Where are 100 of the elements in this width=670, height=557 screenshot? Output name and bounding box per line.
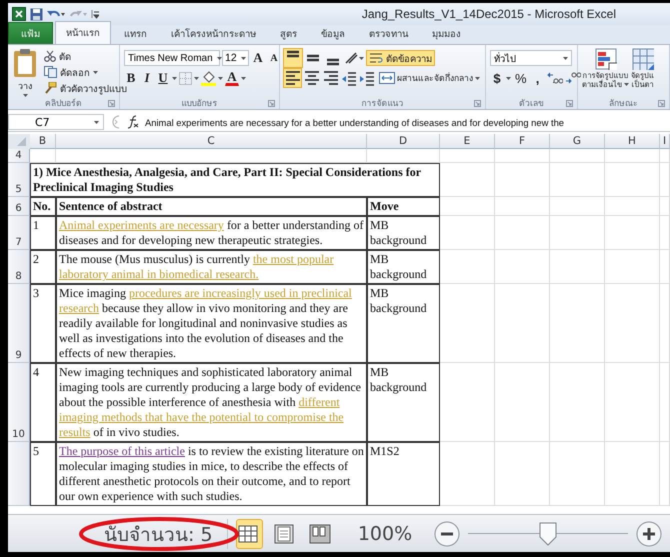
border-icon[interactable] <box>179 72 192 84</box>
grid-cell <box>495 197 550 216</box>
normal-view-button[interactable] <box>236 518 263 548</box>
table-cell: MB background <box>367 250 440 284</box>
caret-icon <box>93 70 98 74</box>
grid-cell <box>440 197 495 216</box>
increase-indent-icon[interactable] <box>359 70 375 86</box>
copy-button[interactable]: คัดลอก <box>42 64 100 80</box>
column-header[interactable]: C <box>56 134 367 149</box>
caret-icon <box>241 76 246 80</box>
grid-cell <box>550 250 605 284</box>
grid-cell <box>440 216 495 250</box>
grid-chart-icon <box>594 48 616 70</box>
text-orientation-icon[interactable] <box>344 51 364 65</box>
zoom-level[interactable]: 100% <box>358 522 412 544</box>
grow-font-button[interactable]: A <box>251 49 265 67</box>
caret-icon <box>563 56 568 60</box>
zoom-in-icon[interactable] <box>636 520 662 546</box>
window-title: Jang_Results_V1_14Dec2015 - Microsoft Excel <box>362 7 616 21</box>
grid-cell <box>495 163 550 197</box>
customize-icon[interactable] <box>91 8 99 20</box>
scissors-icon <box>44 50 56 62</box>
row-header[interactable]: 7 <box>8 216 30 250</box>
underline-button[interactable]: U <box>156 69 170 87</box>
row-header[interactable]: 6 <box>8 197 30 216</box>
grid-cell <box>440 250 495 284</box>
align-icon[interactable] <box>284 69 301 87</box>
align-icon[interactable] <box>303 69 320 87</box>
table-icon <box>632 48 654 70</box>
cut-button[interactable]: ตัด <box>42 48 73 64</box>
wrap-text-icon <box>369 52 383 64</box>
ribbon-tab[interactable]: ตรวจทาน <box>358 22 419 44</box>
table-cell: 4 <box>30 363 56 442</box>
grid-cell <box>495 442 550 506</box>
number-format-field[interactable]: ทั่วไป <box>490 50 572 66</box>
ribbon-tab[interactable]: เค้าโครงหน้ากระดาษ <box>160 22 267 44</box>
decrease-indent-icon[interactable] <box>341 70 357 86</box>
italic-button[interactable]: I <box>140 69 154 87</box>
grid-cell <box>550 442 605 506</box>
grid-cell <box>660 163 670 197</box>
grid-cell <box>30 149 56 163</box>
column-header[interactable]: B <box>30 134 56 149</box>
grid-cell <box>660 250 670 284</box>
grid-cell <box>495 250 550 284</box>
align-icon[interactable] <box>322 69 339 87</box>
excel-icon[interactable] <box>12 7 26 21</box>
caret-icon <box>172 76 177 80</box>
bold-button[interactable]: B <box>124 69 138 87</box>
copy-icon <box>44 66 57 78</box>
column-header[interactable]: D <box>367 134 440 149</box>
table-header: Sentence of abstract <box>56 197 367 216</box>
ribbon-tab[interactable]: มุมมอง <box>421 22 472 44</box>
row-header[interactable]: 5 <box>8 163 30 197</box>
name-box[interactable]: C7 <box>8 114 104 130</box>
ribbon-tab[interactable]: แฟ้ม <box>8 22 53 44</box>
grid-cell <box>660 149 670 163</box>
ribbon-tab[interactable]: ข้อมูล <box>310 22 356 44</box>
grid-cell <box>550 163 605 197</box>
merge-center-button[interactable]: ผสานและจัดกึ่งกลาง <box>377 70 482 86</box>
brush-icon <box>44 82 57 94</box>
decrease-decimal-icon[interactable] <box>564 71 581 85</box>
row-header[interactable]: 8 <box>8 250 30 284</box>
table-cell: The mouse (Mus musculus) is currently the most popular laboratory animal in biomedical research. <box>56 250 367 284</box>
row-header[interactable]: 9 <box>8 284 30 363</box>
ribbon-tab[interactable]: สูตร <box>269 22 308 44</box>
currency-button[interactable]: $ <box>490 69 504 87</box>
column-header[interactable]: H <box>605 134 660 149</box>
grid-cell <box>605 442 660 506</box>
zoom-out-icon[interactable] <box>434 520 460 546</box>
caret-icon <box>216 56 222 60</box>
row-header[interactable]: 4 <box>8 149 30 163</box>
ribbon-tab[interactable]: แทรก <box>113 22 158 44</box>
column-header[interactable]: E <box>440 134 495 149</box>
paste-button[interactable]: วาง <box>12 48 38 97</box>
grid-cell <box>440 442 495 506</box>
grid-cell <box>495 216 550 250</box>
shrink-font-button[interactable]: A <box>267 49 281 67</box>
column-header[interactable]: G <box>550 134 605 149</box>
zoom-slider-thumb[interactable] <box>539 522 558 546</box>
percent-button[interactable]: % <box>513 69 529 87</box>
table-cell: MB background <box>367 216 440 250</box>
table-cell: 5 <box>30 442 56 506</box>
wrap-text-button[interactable]: ตัดข้อความ <box>366 50 435 66</box>
column-header[interactable]: I <box>660 134 670 149</box>
save-icon[interactable] <box>30 8 43 20</box>
align-icon[interactable] <box>284 49 302 67</box>
font-size-field[interactable]: 12 <box>222 50 249 66</box>
font-name-field[interactable]: Times New Roman <box>124 50 220 66</box>
table-cell: 3 <box>30 284 56 363</box>
grid-cell <box>440 149 495 163</box>
comma-button[interactable]: , <box>530 69 545 87</box>
cell-count: นับจำนวน: 5 <box>104 518 228 548</box>
table-cell: 2 <box>30 250 56 284</box>
row-header[interactable]: 10 <box>8 363 30 442</box>
fill-color-icon[interactable] <box>201 70 216 86</box>
column-header[interactable]: F <box>495 134 550 149</box>
increase-decimal-icon[interactable] <box>546 71 563 85</box>
caret-icon <box>194 76 199 80</box>
font-color-button[interactable]: A <box>225 70 239 86</box>
ribbon-tab[interactable]: หน้าแรก <box>55 21 111 44</box>
